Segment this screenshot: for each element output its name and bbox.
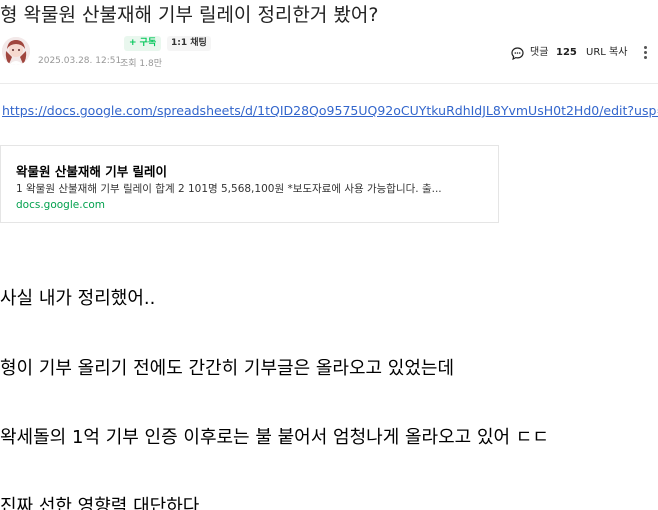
- comment-icon: [511, 47, 524, 60]
- view-count: 조회 1.8만: [120, 59, 163, 69]
- card-description: 1 왁물원 산불재해 기부 릴레이 합계 2 101명 5,568,100원 *…: [16, 183, 442, 195]
- follow-button[interactable]: + 구독: [124, 36, 162, 51]
- spreadsheet-link[interactable]: https://docs.google.com/spreadsheets/d/1…: [2, 103, 658, 118]
- body-paragraph: 사실 내가 정리했어..: [0, 288, 156, 309]
- chat-button[interactable]: 1:1 채팅: [167, 36, 211, 51]
- comment-label: 댓글: [530, 47, 549, 58]
- author-row: + 구독 1:1 채팅 2025.03.28. 12:51 조회 1.8만 댓글…: [0, 34, 658, 74]
- body-paragraph: 왁세돌의 1억 기부 인증 이후로는 불 붙어서 엄청나게 올라오고 있어 ㄷㄷ: [0, 427, 549, 448]
- url-copy-button[interactable]: URL 복사: [586, 45, 627, 61]
- header-divider: [0, 83, 658, 84]
- avatar[interactable]: [2, 37, 30, 65]
- card-title: 왁물원 산불재해 기부 릴레이: [16, 164, 168, 179]
- comment-count: 125: [556, 47, 577, 58]
- card-domain: docs.google.com: [16, 199, 105, 211]
- post-title: 형 왁물원 산불재해 기부 릴레이 정리한거 봤어?: [0, 4, 379, 26]
- body-paragraph: 형이 기부 올리기 전에도 간간히 기부글은 올라오고 있었는데: [0, 358, 455, 379]
- post-date: 2025.03.28. 12:51: [38, 56, 122, 66]
- body-paragraph: 진짜 선한 영향력 대단하다: [0, 496, 200, 510]
- avatar-image: [2, 37, 30, 65]
- link-preview-card[interactable]: 왁물원 산불재해 기부 릴레이 1 왁물원 산불재해 기부 릴레이 합계 2 1…: [0, 145, 499, 223]
- more-icon[interactable]: [642, 44, 648, 62]
- cafe-post-page: 형 왁물원 산불재해 기부 릴레이 정리한거 봤어? + 구독 1:1 채팅 2…: [0, 0, 658, 510]
